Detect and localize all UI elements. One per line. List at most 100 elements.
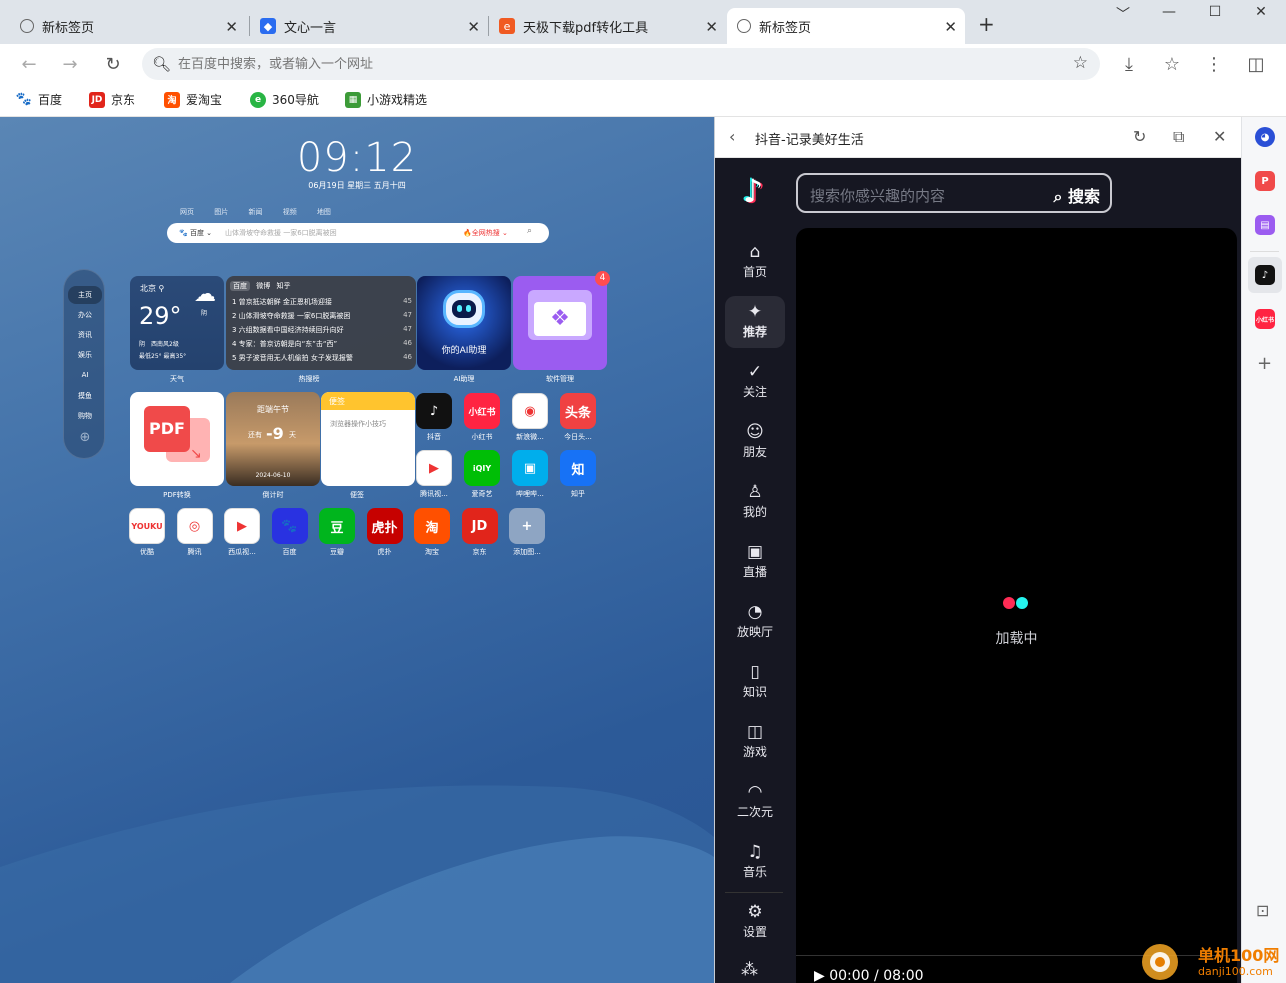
address-input[interactable]: [178, 54, 1038, 74]
nav-shopping[interactable]: 购物: [64, 411, 106, 421]
app-icon[interactable]: ◉: [512, 393, 548, 429]
tab-wenxin[interactable]: ◆ 文心一言 ✕: [250, 8, 488, 44]
play-icon[interactable]: ▶: [814, 968, 825, 983]
app-icon[interactable]: 虎扑: [366, 508, 403, 544]
app-icon[interactable]: +: [509, 508, 545, 544]
ai-assistant-card[interactable]: 你的AI助理: [417, 276, 511, 370]
douyin-search-button[interactable]: ⌕ 搜索: [1053, 183, 1100, 207]
nav-entertainment[interactable]: 娱乐: [64, 350, 106, 360]
nav-ai[interactable]: AI: [64, 371, 106, 379]
app-icon[interactable]: iQIY: [464, 450, 500, 486]
hot-tab-weibo[interactable]: 微博: [256, 282, 270, 290]
close-icon[interactable]: ✕: [705, 18, 718, 36]
menu-icon[interactable]: ⋮: [1202, 52, 1226, 76]
new-tab-button[interactable]: +: [978, 12, 995, 36]
weather-card[interactable]: 北京 ⚲ ☁ 阴 29° 阴 西南风2级 最低25° 最高35°: [130, 276, 224, 370]
tab-newtab-active[interactable]: 新标签页 ✕: [727, 8, 965, 44]
app-icon[interactable]: 豆: [319, 508, 355, 544]
search-icon[interactable]: ⌕: [527, 226, 532, 236]
add-icon[interactable]: +: [1257, 353, 1272, 374]
hot-item[interactable]: 2 山体滑坡夺命救援 一家6口脱离被困: [232, 311, 350, 321]
countdown-card[interactable]: 距端午节 还有 -9 天 2024-06-10: [226, 392, 320, 486]
search-tab-image[interactable]: 图片: [214, 208, 228, 216]
douyin-search-box[interactable]: 搜索你感兴趣的内容 ⌕ 搜索: [796, 173, 1112, 213]
app-icon[interactable]: 淘: [414, 508, 450, 544]
sidebar-toggle-icon[interactable]: ◫: [1244, 52, 1268, 76]
app-icon[interactable]: ◎: [176, 508, 213, 544]
search-tab-video[interactable]: 视频: [283, 208, 297, 216]
refresh-icon[interactable]: ↻: [1133, 127, 1146, 146]
tab-newtab-1[interactable]: 新标签页 ✕: [10, 8, 246, 44]
hot-list-card[interactable]: 百度 微博 知乎 1 曾京抵达朝鲜 金正恩机场迎接 45 2 山体滑坡夺命救援 …: [226, 276, 416, 370]
nav-office[interactable]: 办公: [64, 310, 106, 320]
more-grid-icon[interactable]: ⁂: [741, 960, 758, 980]
douyin-logo-icon[interactable]: ♪: [735, 172, 771, 210]
search-engine-select[interactable]: 🐾 百度 ⌄: [179, 228, 212, 238]
app-icon[interactable]: ▶: [224, 508, 260, 544]
hot-item[interactable]: 3 六组数据看中国经济持续回升向好: [232, 325, 344, 335]
search-tab-web[interactable]: 网页: [180, 208, 194, 216]
nav-music[interactable]: ♫ 音乐: [725, 836, 785, 888]
video-player[interactable]: 加载中 ▶ 00:00 / 08:00: [796, 228, 1237, 983]
nav-slack[interactable]: 摸鱼: [64, 391, 106, 401]
nav-ghost[interactable]: ◠ 二次元: [725, 776, 785, 828]
nav-tv[interactable]: ▣ 直播: [725, 536, 785, 588]
ai-robot-icon[interactable]: ◕: [1255, 127, 1275, 147]
nav-friends[interactable]: ☺ 朋友: [725, 416, 785, 468]
newtab-search-box[interactable]: 🐾 百度 ⌄ 山体滑坡夺命救援 一家6口脱离被困 🔥全网热搜 ⌄ ⌕: [167, 223, 549, 243]
pdf-convert-card[interactable]: PDF ↘: [130, 392, 224, 486]
app-icon[interactable]: ▶: [416, 450, 452, 486]
bookmark-360[interactable]: e 360导航: [250, 91, 319, 108]
download-icon[interactable]: ⤓: [1117, 52, 1141, 76]
app-icon[interactable]: YOUKU: [129, 508, 165, 544]
bookmark-baidu[interactable]: 🐾 百度: [16, 91, 62, 108]
hot-item[interactable]: 1 曾京抵达朝鲜 金正恩机场迎接: [232, 297, 332, 307]
hot-item[interactable]: 5 男子波音用无人机偷拍 女子发现报警: [232, 353, 353, 363]
close-icon[interactable]: ✕: [225, 18, 238, 36]
nav-book[interactable]: ▯ 知识: [725, 656, 785, 708]
close-icon[interactable]: ✕: [467, 18, 480, 36]
window-close-button[interactable]: ✕: [1246, 4, 1276, 20]
nav-sparkle[interactable]: ✦ 推荐: [725, 296, 785, 348]
close-icon[interactable]: ✕: [944, 18, 957, 36]
nav-add-icon[interactable]: ⊕: [64, 430, 106, 445]
reload-icon[interactable]: ↻: [101, 52, 125, 76]
nav-gamepad[interactable]: ◫ 游戏: [725, 716, 785, 768]
nav-user[interactable]: ♙ 我的: [725, 476, 785, 528]
bookmark-star-icon[interactable]: ☆: [1073, 53, 1088, 73]
favorites-icon[interactable]: ☆: [1160, 52, 1184, 76]
tab-tianji[interactable]: e 天极下载pdf转化工具 ✕: [489, 8, 726, 44]
app-icon[interactable]: JD: [461, 508, 498, 544]
hot-tab-baidu[interactable]: 百度: [230, 281, 250, 291]
crop-icon[interactable]: ⊡: [1256, 901, 1269, 920]
xiaohongshu-icon[interactable]: 小红书: [1255, 309, 1275, 329]
hot-tab-zhihu[interactable]: 知乎: [276, 282, 290, 290]
app-icon[interactable]: 🐾: [271, 508, 308, 544]
hot-item[interactable]: 4 专家：普京访朝是向“东”击“西”: [232, 339, 337, 349]
nav-news[interactable]: 资讯: [64, 330, 106, 340]
pdf-tool-icon[interactable]: P: [1255, 171, 1275, 191]
close-icon[interactable]: ✕: [1213, 127, 1226, 146]
address-bar[interactable]: 🔍︎ ☆: [142, 48, 1100, 80]
app-icon[interactable]: 知: [560, 450, 596, 486]
app-icon[interactable]: ▣: [512, 450, 548, 486]
nav-follow[interactable]: ✓ 关注: [725, 356, 785, 408]
back-icon[interactable]: ←: [17, 52, 41, 76]
maximize-button[interactable]: ☐: [1200, 4, 1230, 20]
search-tab-map[interactable]: 地图: [317, 208, 331, 216]
open-in-tab-icon[interactable]: ⧉: [1173, 127, 1184, 147]
note-card[interactable]: 便签 浏览器操作小技巧: [321, 392, 415, 486]
software-manager-card[interactable]: ❖: [513, 276, 607, 370]
forward-icon[interactable]: →: [58, 52, 82, 76]
search-tab-news[interactable]: 新闻: [248, 208, 262, 216]
bookmark-games[interactable]: ▦ 小游戏精选: [345, 91, 427, 108]
back-icon[interactable]: ‹: [729, 127, 735, 146]
app-icon[interactable]: 小红书: [464, 393, 500, 429]
minimize-button[interactable]: —: [1154, 4, 1184, 20]
tab-search-dropdown-icon[interactable]: ﹀: [1108, 4, 1138, 24]
hot-search-button[interactable]: 🔥全网热搜 ⌄: [463, 228, 508, 238]
bookmark-taobao[interactable]: 淘 爱淘宝: [164, 91, 222, 108]
douyin-icon[interactable]: ♪: [1255, 265, 1275, 285]
app-icon[interactable]: ♪: [416, 393, 452, 429]
nav-home[interactable]: ⌂ 首页: [725, 236, 785, 288]
